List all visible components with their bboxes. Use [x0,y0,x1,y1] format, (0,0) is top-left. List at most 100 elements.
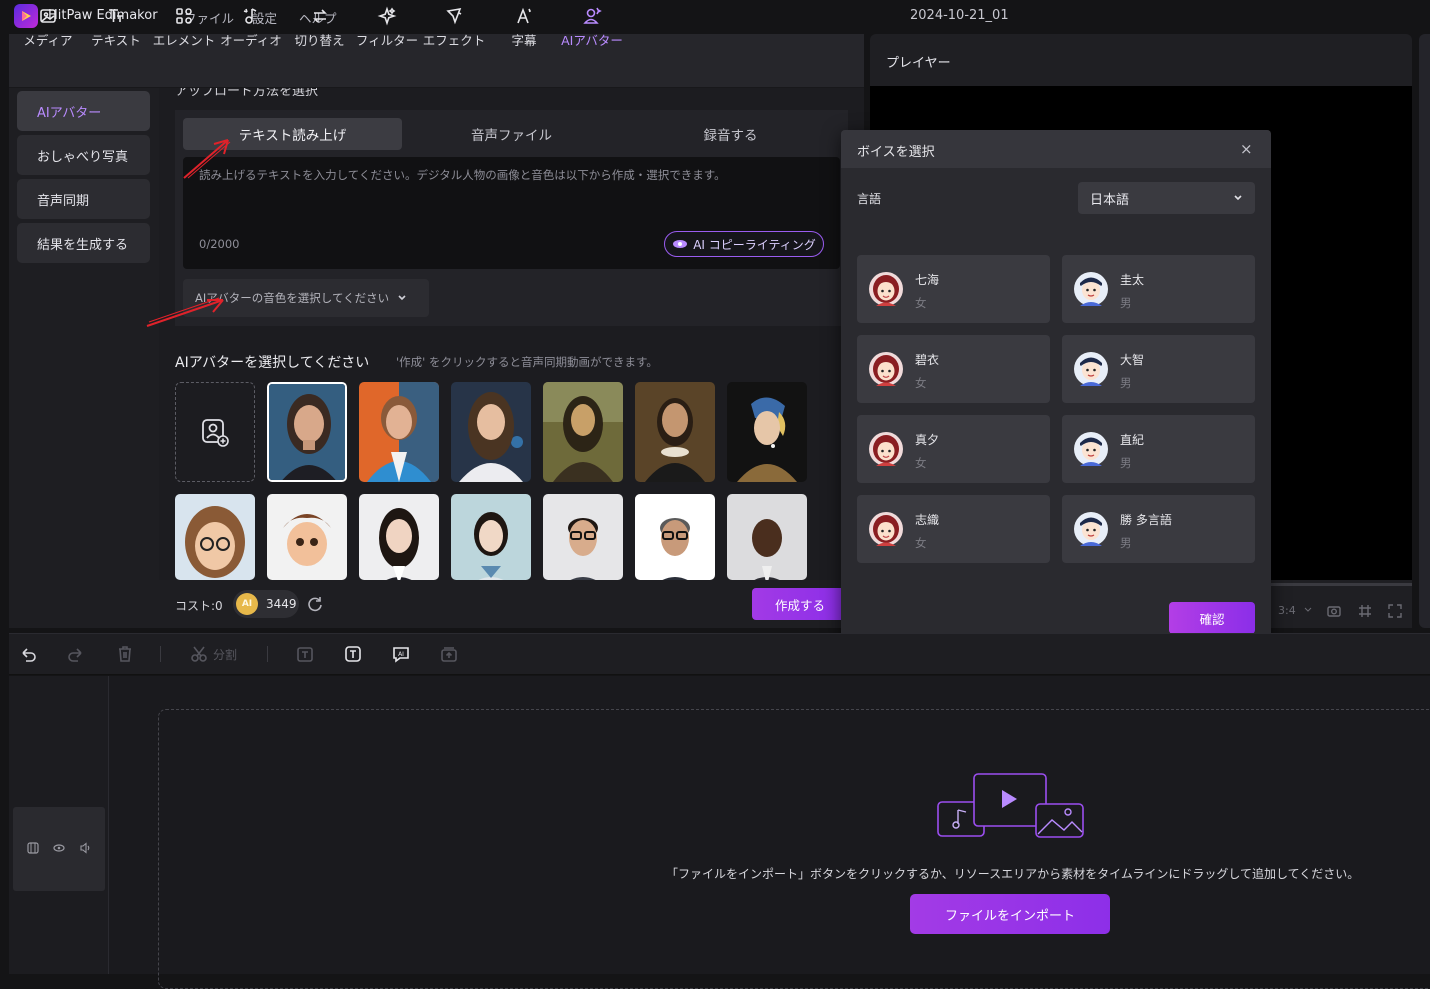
character-counter: 0/2000 [199,237,240,251]
voice-card[interactable]: 志織女 [857,495,1050,563]
female-avatar-icon [869,512,903,546]
avatar-option[interactable] [543,494,623,580]
avatar-portrait-icon [451,494,531,580]
subtitle-icon [517,7,532,24]
avatar-option[interactable] [543,382,623,482]
svg-text:AI: AI [398,651,404,658]
refresh-icon[interactable] [306,595,324,613]
voice-card[interactable]: 碧衣女 [857,335,1050,403]
tool-audio[interactable]: オーディオ [218,6,284,52]
tool-media-label: メディア [23,33,73,48]
tool-media[interactable]: メディア [22,6,74,52]
voice-gender: 女 [915,296,927,310]
avatar-option[interactable] [451,494,531,580]
avatar-option[interactable] [359,382,439,482]
tool-filter[interactable]: フィルター [354,6,420,52]
add-photo-icon [202,419,229,447]
tool-subtitle[interactable]: 字幕 [505,6,543,52]
tab-audio-file[interactable]: 音声ファイル [402,118,621,150]
tool-element-label: エレメント [152,33,216,48]
tool-audio-label: オーディオ [220,33,282,48]
scissors-icon[interactable] [189,644,209,664]
tool-effect[interactable]: エフェクト [421,6,487,52]
import-file-button[interactable]: ファイルをインポート [910,894,1110,934]
ai-copywriting-button[interactable]: AI コピーライティング [664,231,824,257]
tool-transition[interactable]: 切り替え [292,6,347,52]
voice-name: 勝 多言語 [1120,513,1172,527]
avatar-option[interactable] [175,494,255,580]
male-avatar-icon [1074,352,1108,386]
eye-icon[interactable] [53,843,65,853]
transition-icon [312,9,327,23]
avatar-cartoon-icon [267,494,347,580]
voice-gender: 男 [1120,536,1132,550]
audio-icon [243,8,257,24]
film-icon [27,842,39,854]
speaker-icon[interactable] [79,842,91,854]
sidenav-talking-photo[interactable]: おしゃべり写真 [17,135,150,175]
voice-card[interactable]: 大智男 [1062,335,1255,403]
export-clip-icon[interactable] [439,644,459,664]
tool-ai-avatar-label: AIアバター [561,33,623,48]
delete-icon[interactable] [115,644,135,664]
tool-element[interactable]: エレメント [151,6,217,52]
language-value: 日本語 [1090,192,1130,208]
female-avatar-icon [869,272,903,306]
avatar-option[interactable] [635,382,715,482]
voice-name: 大智 [1120,353,1145,367]
add-text-icon[interactable] [343,644,363,664]
voice-name: 碧衣 [915,353,940,367]
ai-sparkle-icon [673,240,688,248]
ai-caption-icon[interactable]: AI [391,644,411,664]
text-icon [109,9,123,22]
add-custom-avatar-button[interactable] [175,382,255,482]
female-avatar-icon [869,352,903,386]
redo-icon[interactable] [66,644,86,664]
tab-record[interactable]: 録音する [621,118,840,150]
avatar-option[interactable] [635,494,715,580]
avatar-portrait-icon [543,494,623,580]
sidenav-lip-sync[interactable]: 音声同期 [17,179,150,219]
avatar-option[interactable] [267,494,347,580]
avatar-option[interactable] [267,382,347,482]
avatar-option[interactable] [451,382,531,482]
annotation-arrow-icon [183,139,231,179]
close-icon[interactable]: × [1240,140,1253,158]
tool-filter-label: フィルター [355,33,419,48]
avatar-section-header: AIアバターを選択してください [175,355,370,371]
voice-card[interactable]: 真夕女 [857,415,1050,483]
text-box-icon[interactable] [295,644,315,664]
undo-icon[interactable] [18,644,38,664]
grid-icon[interactable] [1357,603,1373,619]
avatar-option[interactable] [359,494,439,580]
language-select[interactable]: 日本語 [1078,182,1255,214]
voice-gender: 女 [915,456,927,470]
avatar-portrait-icon [635,494,715,580]
voice-card[interactable]: 七海女 [857,255,1050,323]
avatar-portrait-icon [451,382,531,482]
sidenav-ai-avatar[interactable]: AIアバター [17,91,150,131]
confirm-button[interactable]: 確認 [1169,602,1255,634]
element-icon [176,8,192,24]
speech-text-placeholder: 読み上げるテキストを入力してください。デジタル人物の画像と音色は以下から作成・選… [199,168,726,182]
toolbar-divider [267,646,268,662]
aspect-ratio-select[interactable]: 3:4 [1278,604,1296,617]
voice-card[interactable]: 直紀男 [1062,415,1255,483]
voice-card[interactable]: 圭太男 [1062,255,1255,323]
camera-icon[interactable] [1326,603,1342,619]
ai-avatar-icon [583,7,602,24]
tool-text[interactable]: テキスト [89,6,143,52]
fullscreen-icon[interactable] [1387,603,1403,619]
timeline-drop-zone[interactable] [158,709,1430,989]
split-label: 分割 [213,648,238,662]
avatar-portrait-icon [269,384,345,480]
tool-ai-avatar[interactable]: AIアバター [557,6,627,52]
tool-subtitle-label: 字幕 [511,33,537,48]
create-button[interactable]: 作成する [752,588,848,620]
avatar-option[interactable] [727,494,807,580]
sidenav-generate-result[interactable]: 結果を生成する [17,223,150,263]
toolbar-divider [160,646,161,662]
voice-card[interactable]: 勝 多言語男 [1062,495,1255,563]
avatar-portrait-icon [359,494,439,580]
avatar-option[interactable] [727,382,807,482]
